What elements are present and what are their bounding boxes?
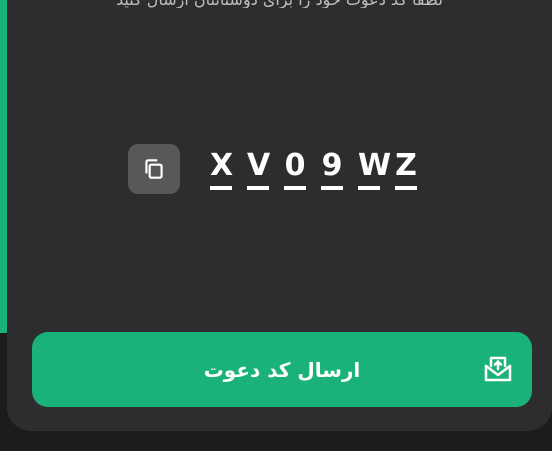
copy-code-button[interactable] bbox=[128, 144, 180, 194]
invite-code-char: W bbox=[358, 148, 391, 190]
send-invite-code-label: ارسال کد دعوت bbox=[203, 357, 361, 382]
invite-card: لطفا کد دعوت خود را برای دوستانتان ارسال… bbox=[7, 0, 552, 431]
invite-screen: لطفا کد دعوت خود را برای دوستانتان ارسال… bbox=[0, 0, 552, 451]
invite-code-char: 0 bbox=[284, 148, 306, 190]
invite-code-char: 9 bbox=[321, 148, 343, 190]
copy-icon bbox=[145, 159, 163, 179]
invite-code-char: Z bbox=[395, 148, 417, 190]
invite-code-char: X bbox=[210, 148, 233, 190]
left-accent-strip bbox=[0, 0, 7, 333]
instruction-text: لطفا کد دعوت خود را برای دوستانتان ارسال… bbox=[116, 0, 443, 8]
cropped-instruction-text: لطفا کد دعوت خود را برای دوستانتان ارسال… bbox=[7, 0, 552, 8]
invite-code-row: X V 0 9 W Z bbox=[128, 144, 417, 194]
send-invite-code-button[interactable]: ارسال کد دعوت bbox=[32, 332, 532, 407]
send-invite-icon bbox=[484, 356, 512, 382]
invite-code: X V 0 9 W Z bbox=[210, 148, 417, 190]
invite-code-char: V bbox=[247, 148, 270, 190]
